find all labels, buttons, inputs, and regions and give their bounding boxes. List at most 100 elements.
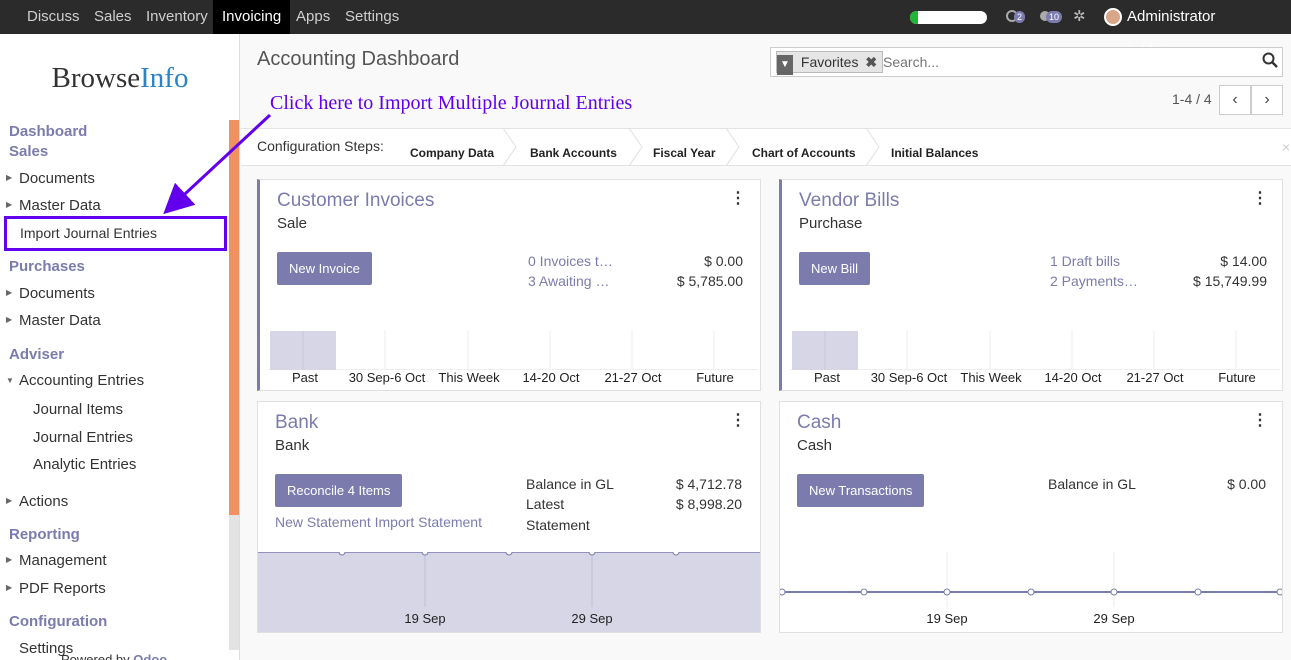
card-title[interactable]: Bank: [275, 412, 318, 434]
draft-bills-link[interactable]: 1 Draft bills: [1050, 253, 1120, 269]
new-invoice-button[interactable]: New Invoice: [277, 252, 372, 285]
search-icon[interactable]: [1262, 52, 1278, 68]
caret-right-icon: ▶: [6, 315, 13, 324]
caret-right-icon: ▶: [6, 288, 13, 297]
sidebar-scrollbar[interactable]: [229, 120, 239, 515]
sidebar: BrowseInfo Dashboard Sales ▶ Documents ▶…: [0, 34, 240, 660]
sidebar-item-management[interactable]: Management: [19, 552, 107, 569]
payments-link[interactable]: 2 Payments…: [1050, 273, 1138, 289]
bank-balance-chart[interactable]: [258, 552, 760, 632]
chart-point: [1276, 588, 1282, 596]
balance-in-gl-label: Balance in GL: [526, 476, 614, 492]
chart-point: [672, 552, 680, 556]
balance-in-gl-amount: $ 4,712.78: [675, 476, 742, 492]
sidebar-item-journal-items[interactable]: Journal Items: [33, 401, 123, 418]
menu-inventory[interactable]: Inventory: [146, 0, 208, 34]
invoices-bar-chart[interactable]: [268, 320, 758, 370]
menu-discuss[interactable]: Discuss: [27, 0, 80, 34]
chart-point: [1194, 588, 1202, 596]
awaiting-payments-amount: $ 5,785.00: [676, 273, 743, 289]
sidebar-section-configuration: Configuration: [9, 613, 108, 630]
reconcile-items-button[interactable]: Reconcile 4 Items: [275, 474, 403, 507]
payments-amount: $ 15,749.99: [1193, 273, 1267, 289]
sidebar-item-journal-entries[interactable]: Journal Entries: [33, 429, 133, 446]
tick-label: This Week: [438, 370, 500, 385]
pager-previous-button[interactable]: ‹: [1219, 85, 1251, 115]
filter-icon: ▼: [777, 55, 793, 75]
new-statement-import-link[interactable]: New Statement Import Statement: [275, 514, 482, 530]
chart-point: [588, 552, 596, 556]
sidebar-item-purchase-master-data[interactable]: Master Data: [19, 312, 101, 329]
user-menu[interactable]: Administrator (v11_imp...: [1127, 0, 1291, 59]
awaiting-payments-link[interactable]: 3 Awaiting …: [528, 273, 609, 289]
chart-point: [943, 588, 951, 596]
sidebar-item-sales-documents[interactable]: Documents: [19, 170, 95, 187]
sidebar-item-purchase-documents[interactable]: Documents: [19, 285, 95, 302]
chart-point: [1027, 588, 1035, 596]
card-title[interactable]: Vendor Bills: [799, 190, 899, 212]
tick-label: 19 Sep: [926, 611, 968, 626]
kebab-menu-icon[interactable]: ⋮: [1252, 188, 1268, 208]
sidebar-item-actions[interactable]: Actions: [19, 493, 68, 510]
tick-label: 21-27 Oct: [604, 370, 662, 385]
cash-card: Cash Cash ⋮ New Transactions Balance in …: [779, 401, 1283, 633]
chart-point: [338, 552, 346, 556]
card-title[interactable]: Customer Invoices: [277, 190, 434, 212]
invoices-to-validate-link[interactable]: 0 Invoices t…: [528, 253, 613, 269]
page-title: Accounting Dashboard: [257, 48, 460, 70]
bank-card: Bank Bank ⋮ Reconcile 4 Items New Statem…: [257, 401, 761, 633]
menu-invoicing[interactable]: Invoicing: [213, 0, 291, 34]
caret-right-icon: ▶: [6, 555, 13, 564]
debug-bug-icon[interactable]: ✲: [1073, 7, 1086, 25]
tick-label: 21-27 Oct: [1126, 370, 1184, 385]
search-box: ▼ Favorites ✖: [770, 47, 1283, 77]
sidebar-item-import-journal-entries[interactable]: Import Journal Entries: [4, 216, 227, 251]
remove-facet-icon[interactable]: ✖: [865, 54, 877, 70]
step-separators: [502, 128, 880, 166]
menu-apps[interactable]: Apps: [296, 0, 330, 34]
powered-by: Powered by Odoo: [61, 652, 168, 660]
caret-right-icon: ▶: [6, 583, 13, 592]
new-transactions-button[interactable]: New Transactions: [797, 474, 925, 507]
favorites-facet[interactable]: ▼ Favorites ✖: [776, 51, 884, 75]
sidebar-section-reporting: Reporting: [9, 526, 80, 543]
vendor-bills-card: Vendor Bills Purchase ⋮ New Bill 1 Draft…: [779, 179, 1283, 391]
caret-right-icon: ▶: [6, 496, 13, 505]
sidebar-section-adviser: Adviser: [9, 346, 65, 363]
kebab-menu-icon[interactable]: ⋮: [730, 188, 746, 208]
chart-point: [860, 588, 868, 596]
sidebar-item-pdf-reports[interactable]: PDF Reports: [19, 580, 106, 597]
card-subtitle: Bank: [275, 437, 310, 454]
kebab-menu-icon[interactable]: ⋮: [730, 410, 746, 430]
menu-sales[interactable]: Sales: [94, 0, 132, 34]
tick-label: 30 Sep-6 Oct: [870, 370, 948, 385]
draft-bills-amount: $ 14.00: [1220, 253, 1267, 269]
close-config-icon[interactable]: ×: [1282, 139, 1290, 155]
sidebar-item-accounting-entries[interactable]: Accounting Entries: [19, 372, 144, 389]
sidebar-item-sales-master-data[interactable]: Master Data: [19, 197, 101, 214]
chat-count-badge: 2: [1014, 11, 1026, 23]
activity-count-badge: 10: [1046, 11, 1063, 23]
card-subtitle: Sale: [277, 215, 308, 232]
pager-value: 1-4 / 4: [1172, 91, 1212, 107]
avatar[interactable]: [1104, 8, 1122, 26]
cash-balance-chart[interactable]: [780, 552, 1282, 632]
sidebar-item-analytic-entries[interactable]: Analytic Entries: [33, 456, 136, 473]
chart-point: [505, 552, 513, 556]
sidebar-dashboard[interactable]: Dashboard: [9, 123, 87, 140]
chart-point: [1110, 588, 1118, 596]
search-input[interactable]: [883, 52, 1243, 72]
card-subtitle: Purchase: [799, 215, 863, 232]
tick-label: Past: [291, 370, 318, 385]
menu-settings[interactable]: Settings: [345, 0, 399, 34]
kebab-menu-icon[interactable]: ⋮: [1252, 410, 1268, 430]
top-navbar: Discuss Sales Inventory Invoicing Apps S…: [0, 0, 1291, 59]
new-bill-button[interactable]: New Bill: [799, 252, 870, 285]
tick-label: Future: [696, 370, 734, 385]
bills-bar-chart[interactable]: [790, 320, 1280, 370]
sidebar-section-sales: Sales: [9, 143, 49, 160]
pager-next-button[interactable]: ›: [1251, 85, 1283, 115]
sidebar-section-purchases: Purchases: [9, 258, 85, 275]
card-title[interactable]: Cash: [797, 412, 841, 434]
balance-in-gl-amount: $ 0.00: [1227, 476, 1266, 492]
